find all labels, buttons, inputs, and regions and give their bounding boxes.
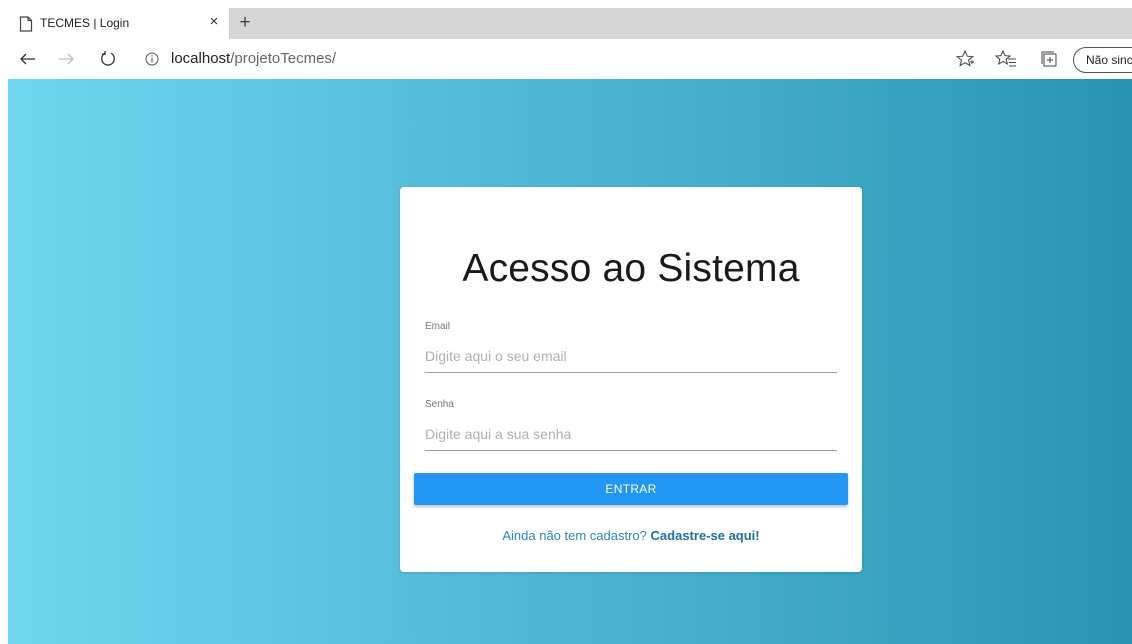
email-field-group: Email — [425, 321, 837, 379]
info-icon[interactable] — [145, 52, 159, 66]
arrow-right-icon[interactable] — [52, 45, 80, 73]
new-tab-button[interactable]: + — [234, 12, 256, 34]
browser-tab[interactable]: TECMES | Login × — [8, 8, 230, 39]
tab-close-icon[interactable]: × — [206, 13, 222, 31]
login-card: Acesso ao Sistema Email Senha ENTRAR Ain… — [400, 187, 862, 572]
arrow-left-icon[interactable] — [14, 45, 42, 73]
tab-bar: TECMES | Login × + — [8, 8, 1132, 39]
url-host: localhost — [171, 50, 231, 67]
url-text[interactable]: localhost/projetoTecmes/ — [171, 50, 336, 67]
url-path: /projetoTecmes/ — [230, 50, 337, 67]
favorites-list-icon[interactable] — [992, 45, 1020, 73]
browser-toolbar: localhost/projetoTecmes/ Não sincr — [8, 39, 1132, 79]
password-field-group: Senha — [425, 399, 837, 457]
email-input[interactable] — [425, 339, 837, 373]
sync-button[interactable]: Não sincr — [1073, 47, 1132, 73]
email-label: Email — [425, 321, 451, 332]
star-icon[interactable] — [951, 45, 979, 73]
page-viewport: Acesso ao Sistema Email Senha ENTRAR Ain… — [8, 79, 1132, 644]
page-icon — [19, 16, 33, 32]
signup-link[interactable]: Cadastre-se aqui! — [651, 528, 760, 543]
tab-title: TECMES | Login — [40, 16, 130, 30]
collections-icon[interactable] — [1035, 45, 1063, 73]
address-bar[interactable]: localhost/projetoTecmes/ — [130, 45, 940, 73]
login-button[interactable]: ENTRAR — [414, 473, 848, 505]
password-label: Senha — [425, 399, 454, 410]
signup-prompt: Ainda não tem cadastro? Cadastre-se aqui… — [400, 528, 862, 543]
refresh-icon[interactable] — [94, 45, 122, 73]
page-title: Acesso ao Sistema — [462, 247, 800, 290]
password-input[interactable] — [425, 417, 837, 451]
signup-prompt-text: Ainda não tem cadastro? — [502, 528, 647, 543]
